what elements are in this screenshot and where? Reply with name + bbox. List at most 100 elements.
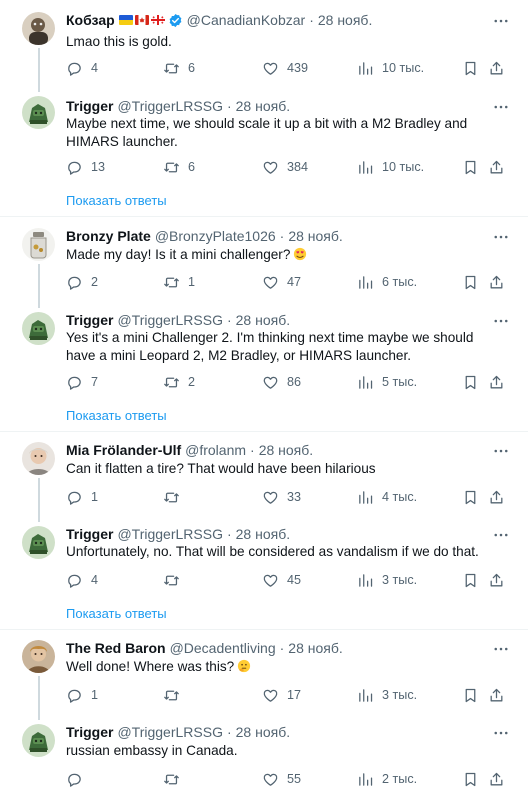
like-button[interactable]: 17 xyxy=(262,685,301,705)
reply-button[interactable]: 4 xyxy=(66,58,98,78)
retweet-button[interactable]: 1 xyxy=(163,272,195,292)
reply-icon xyxy=(66,687,83,704)
views-button[interactable]: 4 тыс. xyxy=(357,487,417,507)
views-button[interactable]: 6 тыс. xyxy=(357,272,417,292)
display-name[interactable]: Trigger xyxy=(66,310,113,330)
retweet-button[interactable] xyxy=(163,769,188,789)
bookmark-button[interactable] xyxy=(462,58,479,78)
bookmark-button[interactable] xyxy=(462,157,479,177)
reply-count: 1 xyxy=(91,490,99,504)
display-name[interactable]: Trigger xyxy=(66,722,113,742)
share-button[interactable] xyxy=(488,487,505,507)
views-button[interactable]: 3 тыс. xyxy=(357,570,417,590)
bookmark-button[interactable] xyxy=(462,570,479,590)
show-replies-link[interactable]: Показать ответы xyxy=(66,192,167,210)
bookmark-button[interactable] xyxy=(462,372,479,392)
views-button[interactable]: 10 тыс. xyxy=(357,157,424,177)
user-handle[interactable]: @TriggerLRSSG xyxy=(117,310,223,330)
user-handle[interactable]: @TriggerLRSSG xyxy=(117,524,223,544)
separator-dot: · xyxy=(279,228,285,244)
retweet-button[interactable]: 2 xyxy=(163,372,195,392)
more-icon[interactable] xyxy=(492,640,510,658)
more-icon[interactable] xyxy=(492,442,510,460)
avatar[interactable] xyxy=(22,96,55,129)
display-name[interactable]: Mia Frölander-Ulf xyxy=(66,440,181,460)
avatar[interactable] xyxy=(22,526,55,559)
like-button[interactable]: 47 xyxy=(262,272,301,292)
like-button[interactable]: 45 xyxy=(262,570,301,590)
reply-button[interactable]: 7 xyxy=(66,372,98,392)
reply-button[interactable] xyxy=(66,769,91,789)
bookmark-button[interactable] xyxy=(462,685,479,705)
more-icon[interactable] xyxy=(492,228,510,246)
retweet-button[interactable] xyxy=(163,570,188,590)
views-button[interactable]: 5 тыс. xyxy=(357,372,417,392)
like-count: 384 xyxy=(287,160,309,174)
avatar[interactable] xyxy=(22,12,55,45)
reply-button[interactable]: 1 xyxy=(66,487,98,507)
reply-count: 4 xyxy=(91,61,99,75)
user-handle[interactable]: @frolanm xyxy=(185,440,246,460)
tweet-header: Mia Frölander-Ulf @frolanm · 28 нояб. xyxy=(66,440,313,460)
timestamp[interactable]: 28 нояб. xyxy=(236,310,290,330)
user-handle[interactable]: @BronzyPlate1026 xyxy=(155,226,276,246)
more-icon[interactable] xyxy=(492,12,510,30)
timestamp[interactable]: 28 нояб. xyxy=(236,722,290,742)
show-replies-link[interactable]: Показать ответы xyxy=(66,605,167,623)
timestamp[interactable]: 28 нояб. xyxy=(288,638,342,658)
more-icon[interactable] xyxy=(492,98,510,116)
user-handle[interactable]: @CanadianKobzar xyxy=(187,10,306,30)
share-button[interactable] xyxy=(488,685,505,705)
more-icon[interactable] xyxy=(492,526,510,544)
share-button[interactable] xyxy=(488,372,505,392)
reply-button[interactable]: 1 xyxy=(66,685,98,705)
like-button[interactable]: 86 xyxy=(262,372,301,392)
timestamp[interactable]: 28 нояб. xyxy=(236,96,290,116)
display-name[interactable]: Кобзар xyxy=(66,10,115,30)
reply-button[interactable]: 4 xyxy=(66,570,98,590)
show-replies-link[interactable]: Показать ответы xyxy=(66,407,167,425)
like-button[interactable]: 33 xyxy=(262,487,301,507)
user-handle[interactable]: @Decadentliving xyxy=(170,638,276,658)
share-button[interactable] xyxy=(488,157,505,177)
avatar[interactable] xyxy=(22,640,55,673)
retweet-button[interactable] xyxy=(163,685,188,705)
share-button[interactable] xyxy=(488,58,505,78)
display-name[interactable]: The Red Baron xyxy=(66,638,166,658)
like-button[interactable]: 439 xyxy=(262,58,308,78)
avatar[interactable] xyxy=(22,724,55,757)
user-handle[interactable]: @TriggerLRSSG xyxy=(117,96,223,116)
tweet-text: Yes it's a mini Challenger 2. I'm thinki… xyxy=(66,330,474,363)
like-button[interactable]: 384 xyxy=(262,157,308,177)
retweet-button[interactable]: 6 xyxy=(163,58,195,78)
display-name[interactable]: Trigger xyxy=(66,524,113,544)
share-button[interactable] xyxy=(488,570,505,590)
avatar[interactable] xyxy=(22,228,55,261)
share-icon xyxy=(488,374,505,391)
like-button[interactable]: 55 xyxy=(262,769,301,789)
timestamp[interactable]: 28 нояб. xyxy=(236,524,290,544)
timestamp[interactable]: 28 нояб. xyxy=(318,10,372,30)
bookmark-button[interactable] xyxy=(462,272,479,292)
user-handle[interactable]: @TriggerLRSSG xyxy=(117,722,223,742)
retweet-button[interactable] xyxy=(163,487,188,507)
avatar[interactable] xyxy=(22,442,55,475)
more-icon[interactable] xyxy=(492,724,510,742)
reply-button[interactable]: 2 xyxy=(66,272,98,292)
bookmark-button[interactable] xyxy=(462,487,479,507)
share-button[interactable] xyxy=(488,272,505,292)
reply-button[interactable]: 13 xyxy=(66,157,105,177)
views-button[interactable]: 10 тыс. xyxy=(357,58,424,78)
bookmark-button[interactable] xyxy=(462,769,479,789)
avatar[interactable] xyxy=(22,312,55,345)
views-button[interactable]: 3 тыс. xyxy=(357,685,417,705)
share-button[interactable] xyxy=(488,769,505,789)
display-name[interactable]: Trigger xyxy=(66,96,113,116)
timestamp[interactable]: 28 нояб. xyxy=(259,440,313,460)
retweet-button[interactable]: 6 xyxy=(163,157,195,177)
views-button[interactable]: 2 тыс. xyxy=(357,769,417,789)
more-icon[interactable] xyxy=(492,312,510,330)
display-name[interactable]: Bronzy Plate xyxy=(66,226,151,246)
retweet-icon xyxy=(163,274,180,291)
timestamp[interactable]: 28 нояб. xyxy=(288,226,342,246)
